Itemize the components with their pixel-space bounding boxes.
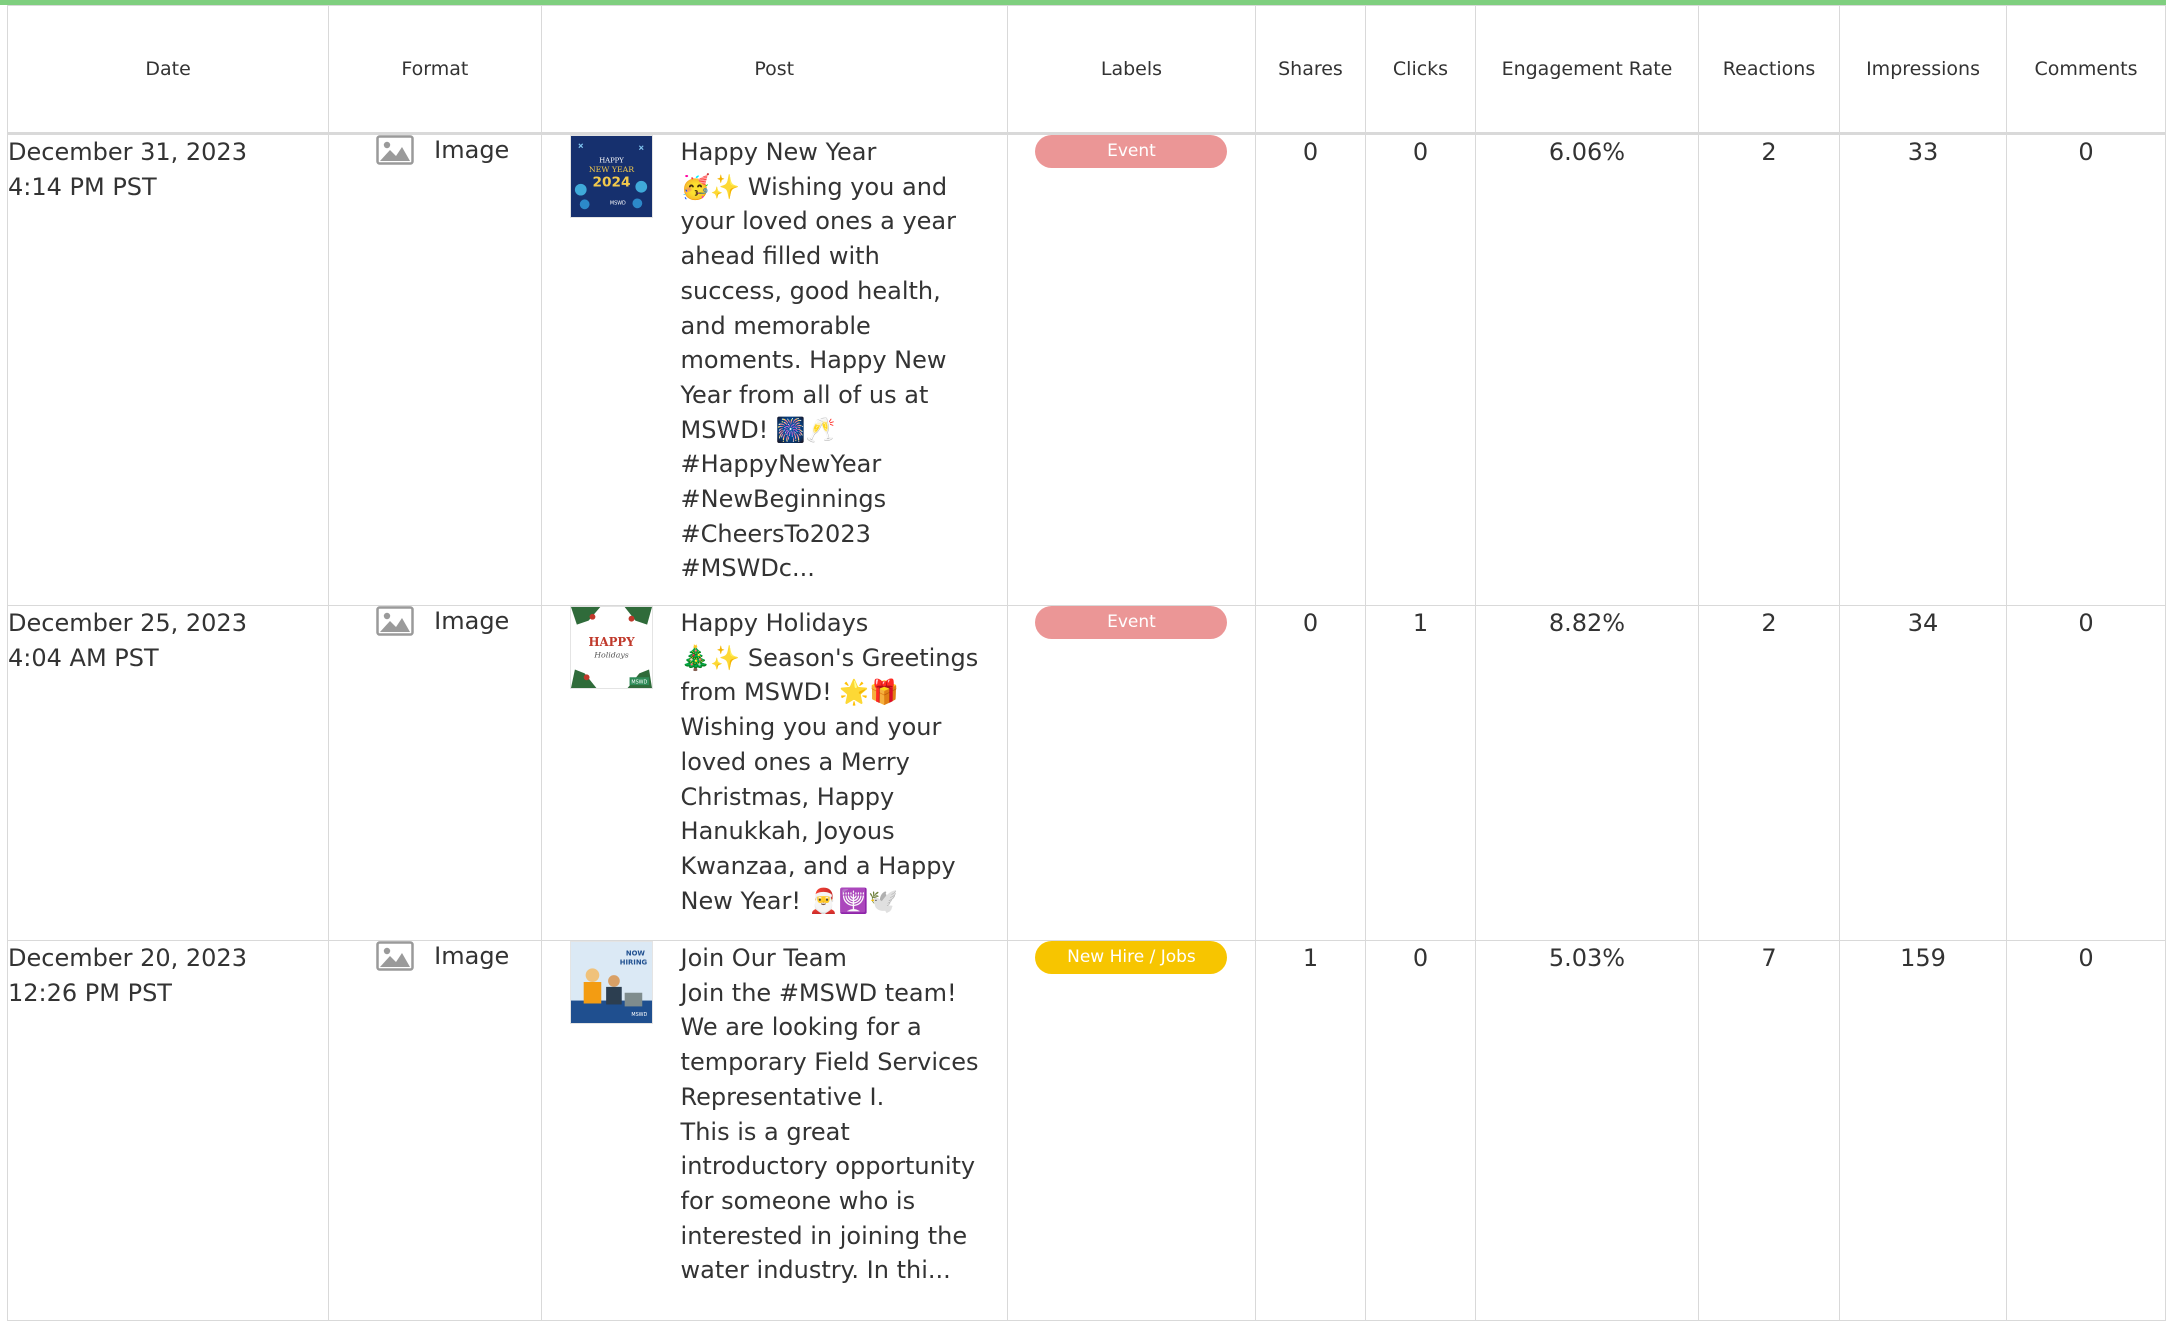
column-header-shares[interactable]: Shares	[1254, 5, 1367, 135]
engagement-rate-cell: 8.82%	[1474, 605, 1699, 941]
thumb-text: NEW YEAR	[588, 165, 634, 174]
column-header-reactions[interactable]: Reactions	[1697, 5, 1841, 135]
column-header-clicks[interactable]: Clicks	[1365, 5, 1476, 135]
clicks-cell: 1	[1365, 605, 1476, 941]
happy-holidays-thumbnail[interactable]: HAPPY Holidays MSWD	[569, 606, 653, 689]
shares-cell: 0	[1254, 133, 1367, 606]
post-date: December 25, 2023	[8, 609, 247, 637]
date-cell: December 25, 2023 4:04 AM PST	[6, 605, 330, 941]
reactions-cell: 2	[1697, 605, 1841, 941]
post-body: 🎄✨ Season's Greetings from MSWD! 🌟🎁 Wish…	[680, 643, 979, 915]
engagement-rate-cell: 6.06%	[1474, 133, 1699, 606]
impressions-cell: 33	[1839, 133, 2008, 606]
posts-table: Date Format Post Labels Shares Clicks En…	[6, 5, 2166, 1321]
thumb-text: Holidays	[593, 651, 629, 660]
thumb-text: HIRING	[619, 958, 647, 966]
column-header-labels[interactable]: Labels	[1007, 5, 1256, 135]
reactions-cell: 2	[1697, 133, 1841, 606]
thumb-logo: MSWD	[631, 1012, 647, 1018]
table-row[interactable]: December 25, 2023 4:04 AM PST Image HAPP…	[6, 605, 2166, 941]
impressions-cell: 34	[1839, 605, 2008, 941]
post-time: 4:14 PM PST	[8, 173, 157, 201]
image-icon	[376, 606, 414, 636]
comments-cell: 0	[2006, 605, 2166, 941]
thumb-text: NOW	[625, 950, 645, 958]
thumb-text: HAPPY	[588, 635, 635, 649]
clicks-cell: 0	[1365, 133, 1476, 606]
column-header-engagement-rate[interactable]: Engagement Rate	[1474, 5, 1699, 135]
column-header-format[interactable]: Format	[328, 5, 542, 135]
clicks-cell: 0	[1365, 940, 1476, 1321]
post-title: Happy Holidays	[680, 609, 869, 637]
label-badge[interactable]: Event	[1035, 606, 1228, 639]
post-body: Join the #MSWD team! We are looking for …	[680, 978, 979, 1285]
thumb-logo: MSWD	[631, 680, 647, 686]
impressions-cell: 159	[1839, 940, 2008, 1321]
post-cell: NOW HIRING MSWD Join Our Team Join the #…	[540, 940, 1009, 1321]
thumb-text: 2024	[592, 175, 630, 191]
label-cell: New Hire / Jobs	[1007, 940, 1256, 1321]
comments-cell: 0	[2006, 940, 2166, 1321]
image-icon	[376, 135, 414, 165]
post-body: 🥳✨ Wishing you and your loved ones a yea…	[680, 172, 956, 583]
post-title: Happy New Year	[680, 138, 877, 166]
label-cell: Event	[1007, 605, 1256, 941]
format-cell: Image	[328, 133, 542, 606]
format-cell: Image	[328, 940, 542, 1321]
table-row[interactable]: December 20, 2023 12:26 PM PST Image NOW…	[6, 940, 2166, 1321]
post-cell: HAPPY NEW YEAR 2024 MSWD Happy New Year …	[540, 133, 1009, 606]
format-label: Image	[434, 607, 510, 635]
thumb-logo: MSWD	[609, 200, 625, 206]
post-cell: HAPPY Holidays MSWD Happy Holidays 🎄✨ Se…	[540, 605, 1009, 941]
format-cell: Image	[328, 605, 542, 941]
image-icon	[376, 941, 414, 971]
label-cell: Event	[1007, 133, 1256, 606]
thumb-text: HAPPY	[599, 156, 624, 164]
column-header-date[interactable]: Date	[6, 5, 330, 135]
happy-new-year-2024-thumbnail[interactable]: HAPPY NEW YEAR 2024 MSWD	[569, 135, 653, 218]
shares-cell: 1	[1254, 940, 1367, 1321]
label-badge[interactable]: New Hire / Jobs	[1035, 941, 1228, 974]
format-label: Image	[434, 942, 510, 970]
date-cell: December 20, 2023 12:26 PM PST	[6, 940, 330, 1321]
date-cell: December 31, 2023 4:14 PM PST	[6, 133, 330, 606]
format-label: Image	[434, 136, 510, 164]
post-time: 4:04 AM PST	[8, 644, 159, 672]
post-time: 12:26 PM PST	[8, 979, 172, 1007]
label-badge[interactable]: Event	[1035, 135, 1228, 168]
post-title: Join Our Team	[680, 944, 847, 972]
shares-cell: 0	[1254, 605, 1367, 941]
comments-cell: 0	[2006, 133, 2166, 606]
reactions-cell: 7	[1697, 940, 1841, 1321]
table-header-row: Date Format Post Labels Shares Clicks En…	[6, 5, 2166, 135]
post-date: December 20, 2023	[8, 944, 247, 972]
engagement-rate-cell: 5.03%	[1474, 940, 1699, 1321]
column-header-comments[interactable]: Comments	[2006, 5, 2166, 135]
column-header-impressions[interactable]: Impressions	[1839, 5, 2008, 135]
column-header-post[interactable]: Post	[540, 5, 1009, 135]
post-date: December 31, 2023	[8, 138, 247, 166]
table-row[interactable]: December 31, 2023 4:14 PM PST Image HAPP…	[6, 133, 2166, 606]
now-hiring-thumbnail[interactable]: NOW HIRING MSWD	[569, 941, 653, 1024]
